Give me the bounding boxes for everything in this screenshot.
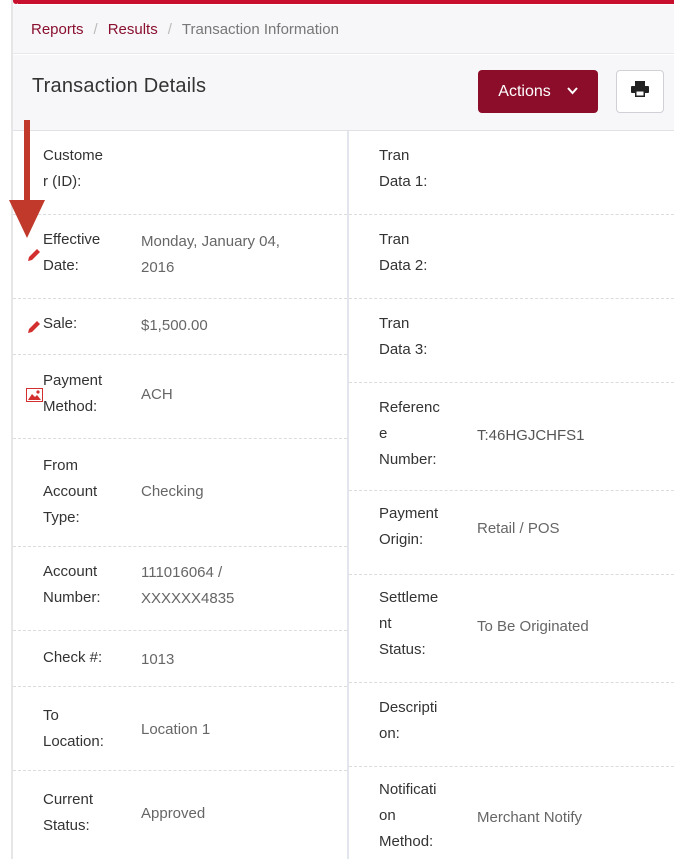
field-current-status: Current Status: Approved — [13, 771, 347, 859]
field-label: Custome r (ID): — [43, 147, 104, 190]
page-title: Transaction Details — [32, 75, 207, 97]
field-tran-data-2: Tran Data 2: — [349, 215, 674, 299]
field-to-location: To Location: Location 1 — [13, 687, 347, 771]
field-label: Tran Data 3: — [379, 315, 428, 358]
field-effective-date: Effective Date: Monday, January 04, 2016 — [13, 215, 347, 299]
field-label: Tran Data 2: — [379, 231, 428, 274]
field-value: 1013 — [141, 651, 175, 668]
breadcrumb-reports[interactable]: Reports — [31, 21, 84, 38]
field-label: Descripti on: — [379, 699, 438, 742]
annotation-arrow-head — [9, 200, 45, 238]
field-value: $1,500.00 — [141, 317, 208, 334]
field-settlement-status: Settleme nt Status: To Be Originated — [349, 575, 674, 683]
field-customer-id: Custome r (ID): — [13, 131, 347, 215]
panel-header: Transaction Details Actions — [13, 55, 674, 131]
printer-icon — [631, 81, 649, 102]
field-check-number: Check #: 1013 — [13, 631, 347, 687]
chevron-down-icon — [566, 86, 578, 98]
field-label: From Account Type: — [43, 457, 98, 526]
breadcrumb-separator: / — [93, 20, 98, 38]
pencil-icon[interactable] — [26, 247, 42, 268]
field-label: Payment Origin: — [379, 505, 439, 548]
image-icon[interactable] — [26, 388, 43, 407]
field-value: Checking — [141, 483, 204, 500]
field-value: ACH — [141, 386, 173, 403]
field-label: Check #: — [43, 649, 103, 666]
actions-label: Actions — [498, 82, 551, 100]
pencil-icon[interactable] — [26, 319, 42, 340]
field-value: Approved — [141, 805, 206, 822]
field-value: Monday, January 04, 2016 — [141, 233, 280, 276]
field-label: Sale: — [43, 315, 78, 332]
top-accent-bar — [18, 0, 674, 4]
field-payment-method: Payment Method: ACH — [13, 355, 347, 439]
field-notification-method: Notificati on Method: Merchant Notify — [349, 767, 674, 859]
field-label: Payment Method: — [43, 372, 103, 415]
field-value: Location 1 — [141, 721, 211, 738]
field-tran-data-1: Tran Data 1: — [349, 131, 674, 215]
field-sale: Sale: $1,500.00 — [13, 299, 347, 355]
transaction-page: Reports / Results / Transaction Informat… — [0, 0, 674, 859]
field-description: Descripti on: — [349, 683, 674, 767]
field-value: 111016064 / XXXXXX4835 — [141, 564, 235, 607]
field-value: T:46HGJCHFS1 — [477, 427, 585, 444]
breadcrumb-current: Transaction Information — [181, 20, 339, 38]
field-label: Effective Date: — [43, 231, 101, 274]
field-payment-origin: Payment Origin: Retail / POS — [349, 491, 674, 575]
field-value: Retail / POS — [477, 520, 560, 537]
actions-button[interactable]: Actions — [478, 70, 598, 113]
field-label: Settleme nt Status: — [379, 589, 439, 658]
field-label: Tran Data 1: — [379, 147, 428, 190]
field-account-number: Account Number: 111016064 / XXXXXX4835 — [13, 547, 347, 631]
field-tran-data-3: Tran Data 3: — [349, 299, 674, 383]
field-from-account-type: From Account Type: Checking — [13, 439, 347, 547]
details-grid: Custome r (ID): Effective Date: Monday, … — [13, 131, 674, 859]
field-value: To Be Originated — [477, 618, 589, 635]
field-label: To Location: — [43, 707, 104, 750]
field-label: Notificati on Method: — [379, 781, 437, 850]
print-button[interactable] — [616, 70, 664, 113]
field-value: Merchant Notify — [477, 809, 583, 826]
breadcrumb-separator: / — [167, 20, 172, 38]
field-label: Account Number: — [43, 563, 101, 606]
breadcrumb-results[interactable]: Results — [108, 21, 158, 38]
breadcrumb: Reports / Results / Transaction Informat… — [13, 5, 674, 54]
field-reference-number: Referenc e Number: T:46HGJCHFS1 — [349, 383, 674, 491]
field-label: Current Status: — [43, 791, 94, 834]
field-label: Referenc e Number: — [379, 399, 440, 468]
